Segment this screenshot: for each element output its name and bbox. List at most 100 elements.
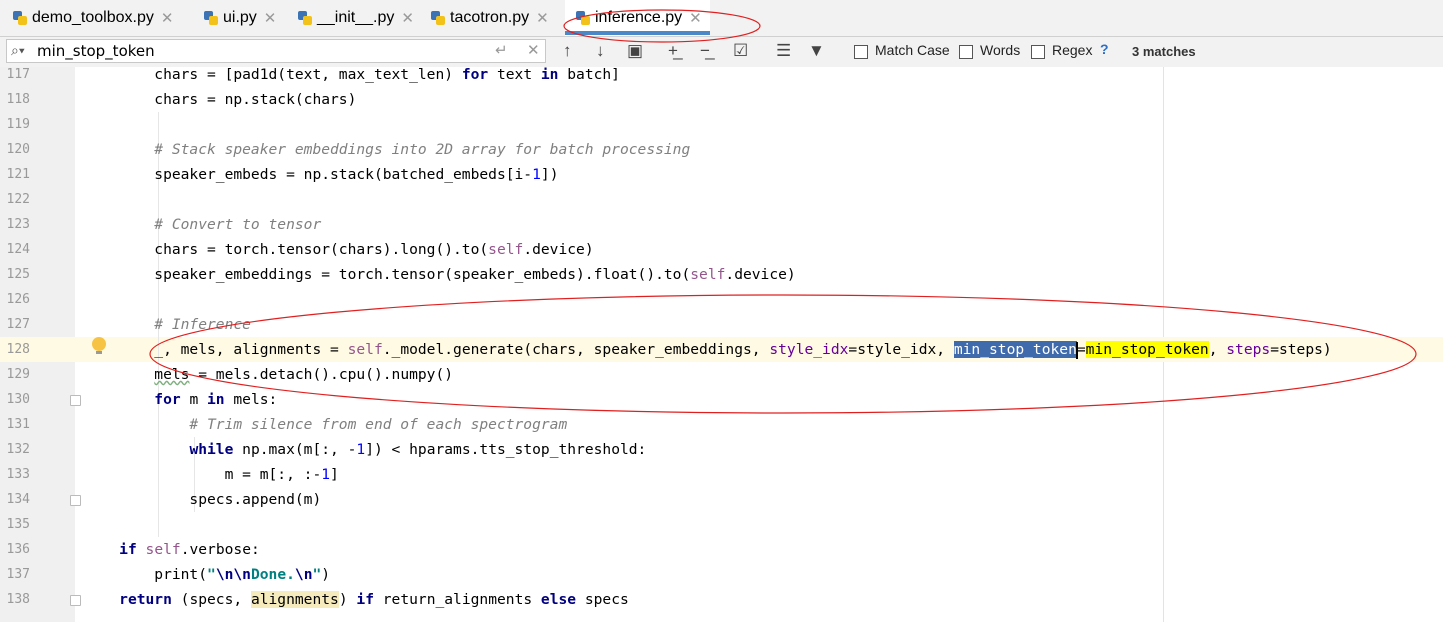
code-token: ,	[1208, 341, 1227, 358]
search-input[interactable]	[37, 41, 477, 61]
code-line[interactable]: # Inference	[84, 312, 251, 337]
filter-lines-icon[interactable]: ☰	[776, 41, 791, 61]
code-token: =style_idx,	[848, 341, 954, 358]
code-token: )	[321, 566, 331, 583]
code-token: .device)	[725, 266, 796, 283]
code-token: ])	[540, 166, 559, 183]
tab-inference[interactable]: inference.py ✕	[565, 0, 710, 36]
code-token: text	[488, 66, 541, 83]
code-line[interactable]: # Trim silence from end of each spectrog…	[84, 412, 567, 437]
code-line[interactable]: while np.max(m[:, -1]) < hparams.tts_sto…	[84, 437, 646, 462]
code-token: m = m[:, :-	[84, 466, 322, 483]
regex-help-link[interactable]: ?	[1100, 41, 1109, 57]
close-icon[interactable]: ✕	[401, 9, 414, 27]
tab-label: inference.py	[595, 9, 683, 26]
code-line[interactable]: return (specs, alignments) if return_ali…	[84, 587, 629, 612]
select-all-icon[interactable]: ▣	[627, 41, 643, 61]
code-token: np.max(m[:, -	[233, 441, 357, 458]
enter-icon[interactable]: ↵	[495, 41, 508, 59]
words-checkbox[interactable]	[959, 45, 973, 59]
tab-label: __init__.py	[317, 9, 395, 26]
code-token: in	[207, 391, 225, 408]
code-token: mels:	[224, 391, 278, 408]
code-token: # Trim silence from end of each spectrog…	[84, 416, 568, 433]
code-line[interactable]: speaker_embeds = np.stack(batched_embeds…	[84, 162, 558, 187]
code-token: alignments	[250, 591, 339, 608]
selected-match: min_stop_token	[953, 341, 1077, 358]
search-field: ⌕▾ ↵ ✕	[6, 39, 546, 63]
code-line[interactable]: mels = mels.detach().cpu().numpy()	[84, 362, 453, 387]
filter-icon[interactable]: ▼	[808, 41, 825, 61]
line-number: 122	[6, 192, 30, 207]
code-token: print(	[84, 566, 208, 583]
close-icon[interactable]: ✕	[161, 9, 174, 27]
code-line[interactable]: speaker_embeddings = torch.tensor(speake…	[84, 262, 796, 287]
fold-marker-icon[interactable]	[70, 395, 81, 406]
code-token: in	[540, 66, 559, 83]
code-token: speaker_embeds = np.stack(batched_embeds…	[84, 166, 533, 183]
code-line[interactable]: m = m[:, :-1]	[84, 462, 339, 487]
code-line[interactable]: specs.append(m)	[84, 487, 321, 512]
line-number: 119	[6, 117, 30, 132]
editor-tab-bar: demo_toolbox.py ✕ ui.py ✕ __init__.py ✕ …	[0, 0, 1443, 37]
search-match: min_stop_token	[1085, 341, 1209, 358]
code-line[interactable]: # Convert to tensor	[84, 212, 321, 237]
line-number: 131	[6, 417, 30, 432]
code-line[interactable]: # Stack speaker embeddings into 2D array…	[84, 137, 690, 162]
close-icon[interactable]: ✕	[536, 9, 549, 27]
code-token: for	[461, 66, 489, 83]
code-token: 1	[532, 166, 541, 183]
code-token: if	[356, 591, 374, 608]
code-line[interactable]: for m in mels:	[84, 387, 277, 412]
regex-checkbox[interactable]	[1031, 45, 1045, 59]
python-file-icon	[297, 10, 313, 26]
code-token: chars = [pad1d(text, max_text_len)	[84, 66, 462, 83]
code-token: 1	[356, 441, 366, 458]
code-line[interactable]: print("\n\nDone.\n")	[84, 562, 330, 587]
code-token: .verbose:	[180, 541, 260, 558]
tab-tacotron[interactable]: tacotron.py ✕	[430, 0, 549, 36]
code-line[interactable]: _, mels, alignments = self._model.genera…	[84, 337, 1332, 362]
close-icon[interactable]: ✕	[689, 9, 702, 27]
line-number: 137	[6, 567, 30, 582]
code-token: return	[119, 591, 172, 608]
select-all-occurrences-icon[interactable]: ☑	[733, 41, 748, 61]
code-line[interactable]: chars = torch.tensor(chars).long().to(se…	[84, 237, 593, 262]
down-arrow-icon[interactable]: ↓	[596, 41, 605, 61]
close-icon[interactable]: ✕	[264, 9, 277, 27]
tab-ui[interactable]: ui.py ✕	[203, 0, 276, 36]
python-file-icon	[203, 10, 219, 26]
code-token: return_alignments	[373, 591, 541, 608]
fold-marker-icon[interactable]	[70, 495, 81, 506]
match-case-label: Match Case	[875, 42, 950, 58]
match-case-checkbox[interactable]	[854, 45, 868, 59]
regex-label: Regex	[1052, 42, 1093, 58]
bulb-icon[interactable]	[92, 337, 106, 355]
fold-marker-icon[interactable]	[70, 595, 81, 606]
code-token: \n	[294, 566, 313, 583]
code-token: 1	[321, 466, 331, 483]
up-arrow-icon[interactable]: ↑	[563, 41, 572, 61]
line-number: 121	[6, 167, 30, 182]
active-tab-indicator	[565, 31, 710, 35]
code-line[interactable]: if self.verbose:	[84, 537, 260, 562]
search-icon[interactable]: ⌕▾	[11, 42, 25, 59]
code-token: = mels.detach().cpu().numpy()	[189, 366, 454, 383]
code-line[interactable]: chars = np.stack(chars)	[84, 87, 356, 112]
remove-occurrence-icon[interactable]: −̲	[700, 41, 710, 61]
clear-icon[interactable]: ✕	[527, 41, 540, 59]
line-number: 117	[6, 67, 30, 82]
line-number: 127	[6, 317, 30, 332]
tab-init[interactable]: __init__.py ✕	[297, 0, 414, 36]
tab-demo-toolbox[interactable]: demo_toolbox.py ✕	[12, 0, 173, 36]
code-token: # Convert to tensor	[84, 216, 322, 233]
code-token: self	[145, 541, 181, 558]
add-occurrence-icon[interactable]: +̲	[668, 41, 678, 61]
line-number: 135	[6, 517, 30, 532]
code-token: self	[347, 341, 383, 358]
code-line[interactable]: chars = [pad1d(text, max_text_len) for t…	[84, 62, 620, 87]
line-number: 120	[6, 142, 30, 157]
